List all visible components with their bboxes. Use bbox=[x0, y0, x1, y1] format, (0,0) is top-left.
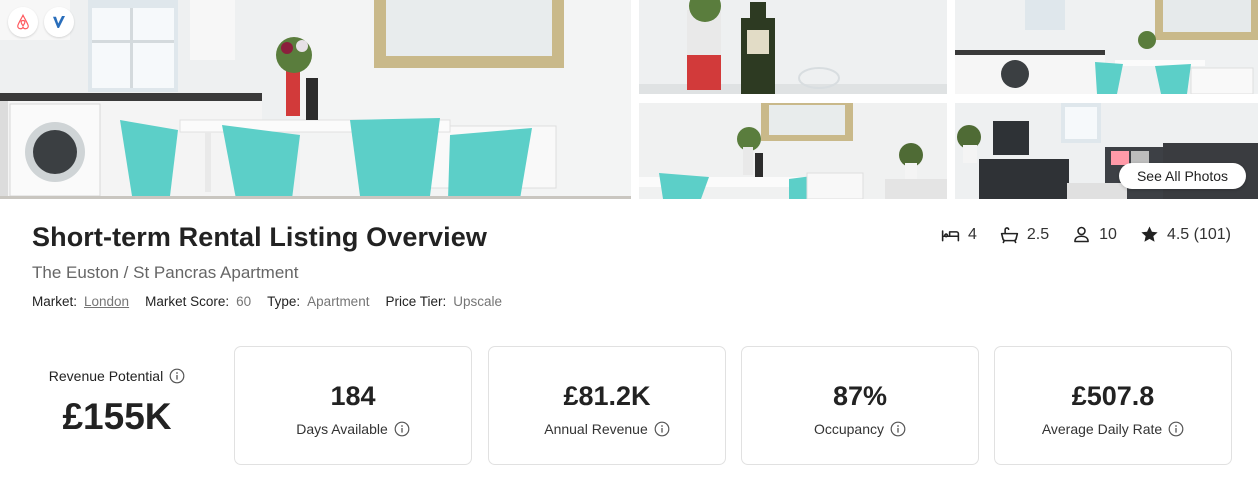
revenue-potential-header: Revenue Potential bbox=[32, 368, 202, 384]
listing-meta: Market: London Market Score: 60 Type: Ap… bbox=[32, 294, 502, 309]
meta-market-score: Market Score: 60 bbox=[145, 294, 251, 309]
metric-card-average-daily-rate: £507.8 Average Daily Rate bbox=[994, 346, 1232, 465]
stat-bedrooms: 4 bbox=[940, 224, 977, 245]
airbnb-icon[interactable] bbox=[8, 7, 38, 37]
meta-type-value: Apartment bbox=[307, 294, 370, 309]
star-icon bbox=[1141, 226, 1158, 242]
info-icon[interactable] bbox=[169, 368, 185, 384]
market-link[interactable]: London bbox=[84, 294, 129, 309]
metric-card-annual-revenue: £81.2K Annual Revenue bbox=[488, 346, 726, 465]
photo-gallery: See All Photos bbox=[0, 0, 1258, 199]
rating-value: 4.5 (101) bbox=[1166, 225, 1231, 243]
stat-guests: 10 bbox=[1071, 224, 1117, 245]
dining-room-photo bbox=[0, 0, 631, 199]
see-all-photos-button[interactable]: See All Photos bbox=[1119, 163, 1246, 189]
meta-tier-value: Upscale bbox=[453, 294, 502, 309]
meta-score-label: Market Score: bbox=[145, 294, 230, 309]
info-icon[interactable] bbox=[654, 421, 670, 437]
person-icon bbox=[1074, 226, 1090, 243]
gallery-photo-3[interactable] bbox=[955, 0, 1258, 94]
info-icon[interactable] bbox=[890, 421, 906, 437]
metric-label-row: Annual Revenue bbox=[489, 421, 725, 437]
metric-value: £507.8 bbox=[1071, 381, 1155, 411]
metric-value: £81.2K bbox=[563, 381, 651, 411]
mirror-dining-photo bbox=[639, 103, 947, 199]
metric-label: Occupancy bbox=[813, 421, 885, 437]
page-title: Short-term Rental Listing Overview bbox=[32, 222, 487, 252]
stat-rating: 4.5 (101) bbox=[1139, 224, 1231, 245]
bathtub-icon bbox=[1000, 227, 1019, 244]
vrbo-icon[interactable] bbox=[44, 7, 74, 37]
info-icon[interactable] bbox=[1168, 421, 1184, 437]
property-stats: 4 2.5 10 4.5 (101) bbox=[940, 224, 1231, 245]
bathrooms-value: 2.5 bbox=[1026, 225, 1050, 243]
metric-card-occupancy: 87% Occupancy bbox=[741, 346, 979, 465]
gallery-photo-4[interactable] bbox=[639, 103, 947, 199]
meta-market: Market: London bbox=[32, 294, 129, 309]
revenue-potential-value: £155K bbox=[62, 396, 172, 437]
metric-label-row: Average Daily Rate bbox=[995, 421, 1231, 437]
meta-type-label: Type: bbox=[267, 294, 301, 309]
meta-tier-label: Price Tier: bbox=[385, 294, 447, 309]
listing-name: The Euston / St Pancras Apartment bbox=[32, 263, 299, 282]
meta-price-tier: Price Tier: Upscale bbox=[385, 294, 502, 309]
metric-value: 87% bbox=[832, 381, 888, 411]
gallery-photo-main[interactable] bbox=[0, 0, 631, 199]
meta-score-value: 60 bbox=[236, 294, 252, 309]
guests-value: 10 bbox=[1099, 225, 1117, 243]
metric-label: Annual Revenue bbox=[544, 421, 648, 437]
meta-market-label: Market: bbox=[32, 294, 78, 309]
bed-icon bbox=[941, 230, 960, 242]
kitchen-photo bbox=[955, 0, 1258, 94]
meta-type: Type: Apartment bbox=[267, 294, 369, 309]
bedrooms-value: 4 bbox=[968, 225, 977, 243]
platform-badges bbox=[8, 7, 74, 37]
revenue-potential-label: Revenue Potential bbox=[48, 368, 164, 384]
metric-label-row: Days Available bbox=[235, 421, 471, 437]
gallery-photo-2[interactable] bbox=[639, 0, 947, 94]
metric-label: Average Daily Rate bbox=[1041, 421, 1163, 437]
table-closeup-photo bbox=[639, 0, 947, 94]
metric-card-days-available: 184 Days Available bbox=[234, 346, 472, 465]
metric-value: 184 bbox=[330, 381, 376, 411]
stat-bathrooms: 2.5 bbox=[999, 224, 1049, 245]
revenue-potential: Revenue Potential £155K bbox=[32, 368, 202, 438]
metric-label-row: Occupancy bbox=[742, 421, 978, 437]
metric-label: Days Available bbox=[296, 421, 388, 437]
info-icon[interactable] bbox=[394, 421, 410, 437]
